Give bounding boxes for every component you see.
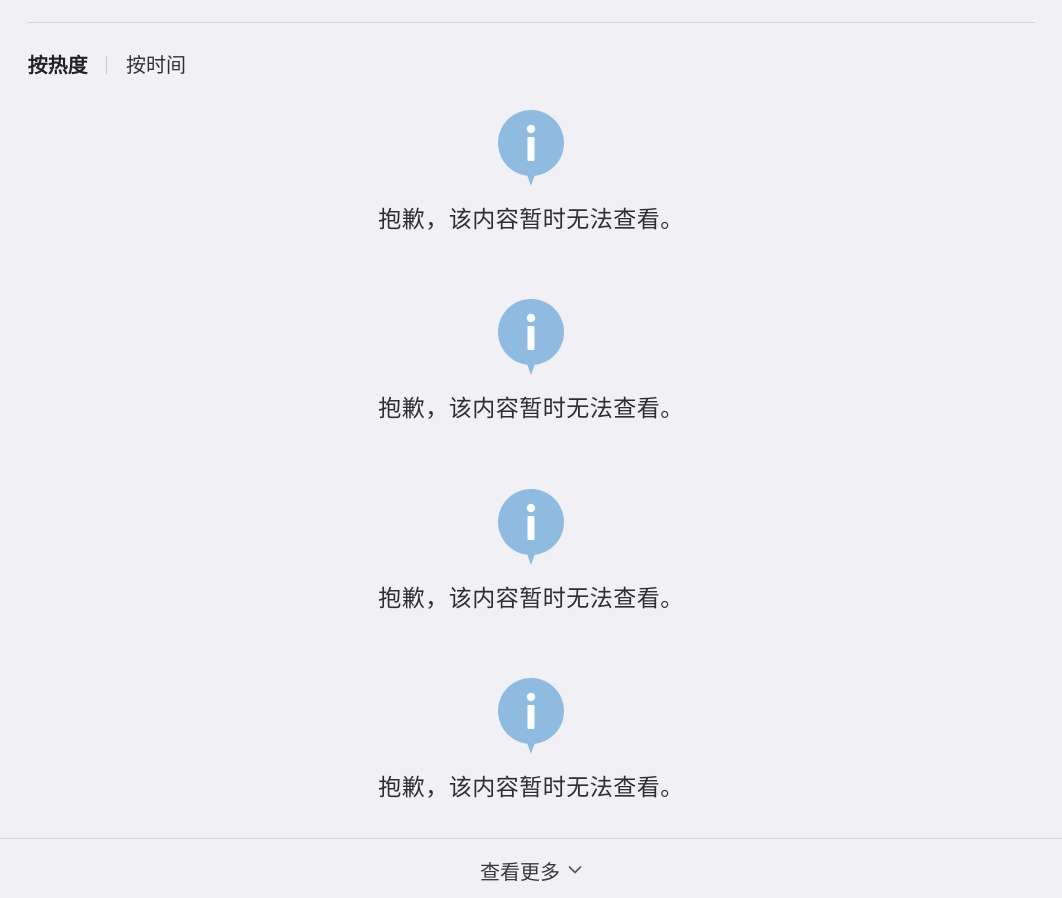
sort-by-popularity-tab[interactable]: 按热度: [28, 50, 88, 80]
unavailable-notice: 抱歉，该内容暂时无法查看。: [0, 299, 1062, 425]
tab-separator: [106, 56, 107, 74]
unavailable-message: 抱歉，该内容暂时无法查看。: [378, 586, 684, 612]
load-more-label: 查看更多: [480, 859, 560, 884]
bottom-divider: [0, 838, 1062, 839]
unavailable-notice: 抱歉，该内容暂时无法查看。: [0, 110, 1062, 236]
info-bubble-icon: [498, 299, 564, 375]
top-divider: [28, 22, 1035, 23]
unavailable-message: 抱歉，该内容暂时无法查看。: [378, 207, 684, 233]
info-bubble-icon: [498, 110, 564, 186]
info-bubble-icon: [498, 489, 564, 565]
sort-tabs: 按热度 按时间: [28, 50, 186, 80]
load-more-button[interactable]: 查看更多: [0, 854, 1062, 886]
unavailable-message: 抱歉，该内容暂时无法查看。: [378, 775, 684, 801]
sort-by-time-tab[interactable]: 按时间: [126, 50, 186, 80]
unavailable-notice: 抱歉，该内容暂时无法查看。: [0, 489, 1062, 615]
chevron-down-icon: [568, 866, 582, 874]
info-bubble-icon: [498, 678, 564, 754]
unavailable-message: 抱歉，该内容暂时无法查看。: [378, 396, 684, 422]
unavailable-notice: 抱歉，该内容暂时无法查看。: [0, 678, 1062, 804]
